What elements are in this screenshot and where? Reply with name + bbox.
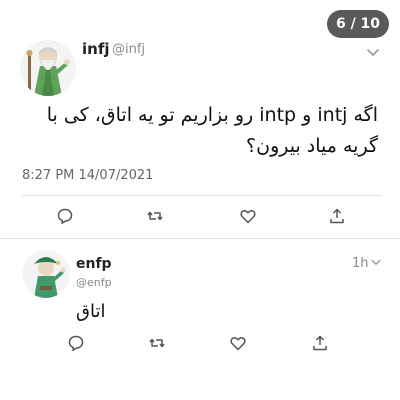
reply-time-ago[interactable]: 1h bbox=[352, 256, 369, 271]
avatar-enfp-illustration bbox=[22, 250, 70, 298]
reply-like-button[interactable] bbox=[228, 333, 248, 353]
tweet-divider bbox=[22, 195, 382, 196]
chevron-down-icon[interactable] bbox=[365, 44, 381, 60]
image-page-counter: 6 / 10 bbox=[327, 10, 389, 38]
tweet-reply-button[interactable] bbox=[55, 206, 75, 226]
tweet-timestamp[interactable]: 8:27 PM 14/07/2021 bbox=[22, 168, 153, 183]
like-icon bbox=[230, 337, 246, 351]
reply-reply-button[interactable] bbox=[66, 333, 86, 353]
share-icon bbox=[313, 335, 327, 351]
retweet-icon bbox=[149, 338, 165, 348]
reply-icon bbox=[57, 208, 73, 224]
tweet-share-button[interactable] bbox=[327, 206, 347, 226]
thread-divider bbox=[0, 238, 400, 239]
reply-share-button[interactable] bbox=[310, 333, 330, 353]
reply-author-name[interactable]: enfp bbox=[76, 256, 112, 272]
tweet-like-button[interactable] bbox=[238, 206, 258, 226]
tweet-text: اگه intj و intp رو بزاریم تو یه اتاق، کی… bbox=[18, 100, 378, 162]
like-icon bbox=[240, 210, 256, 224]
retweet-icon bbox=[147, 211, 163, 221]
tweet-author-handle[interactable]: @infj bbox=[112, 42, 145, 57]
avatar-infj[interactable] bbox=[20, 40, 76, 96]
share-icon bbox=[330, 208, 344, 224]
avatar-enfp[interactable] bbox=[22, 250, 70, 298]
tweet-text-line-1: اگه intj و intp رو بزاریم تو یه اتاق، کی… bbox=[46, 104, 378, 126]
reply-author-handle[interactable]: @enfp bbox=[76, 276, 112, 289]
reply-retweet-button[interactable] bbox=[147, 333, 167, 353]
avatar-infj-illustration bbox=[20, 40, 76, 96]
tweet-text-line-2: گریه میاد بیرون؟ bbox=[246, 135, 378, 157]
tweet-retweet-button[interactable] bbox=[145, 206, 165, 226]
reply-icon bbox=[68, 335, 84, 351]
reply-text: اتاق bbox=[76, 301, 106, 322]
tweet-author-name[interactable]: infj bbox=[82, 40, 110, 58]
reply-chevron-down-icon[interactable] bbox=[370, 256, 382, 268]
